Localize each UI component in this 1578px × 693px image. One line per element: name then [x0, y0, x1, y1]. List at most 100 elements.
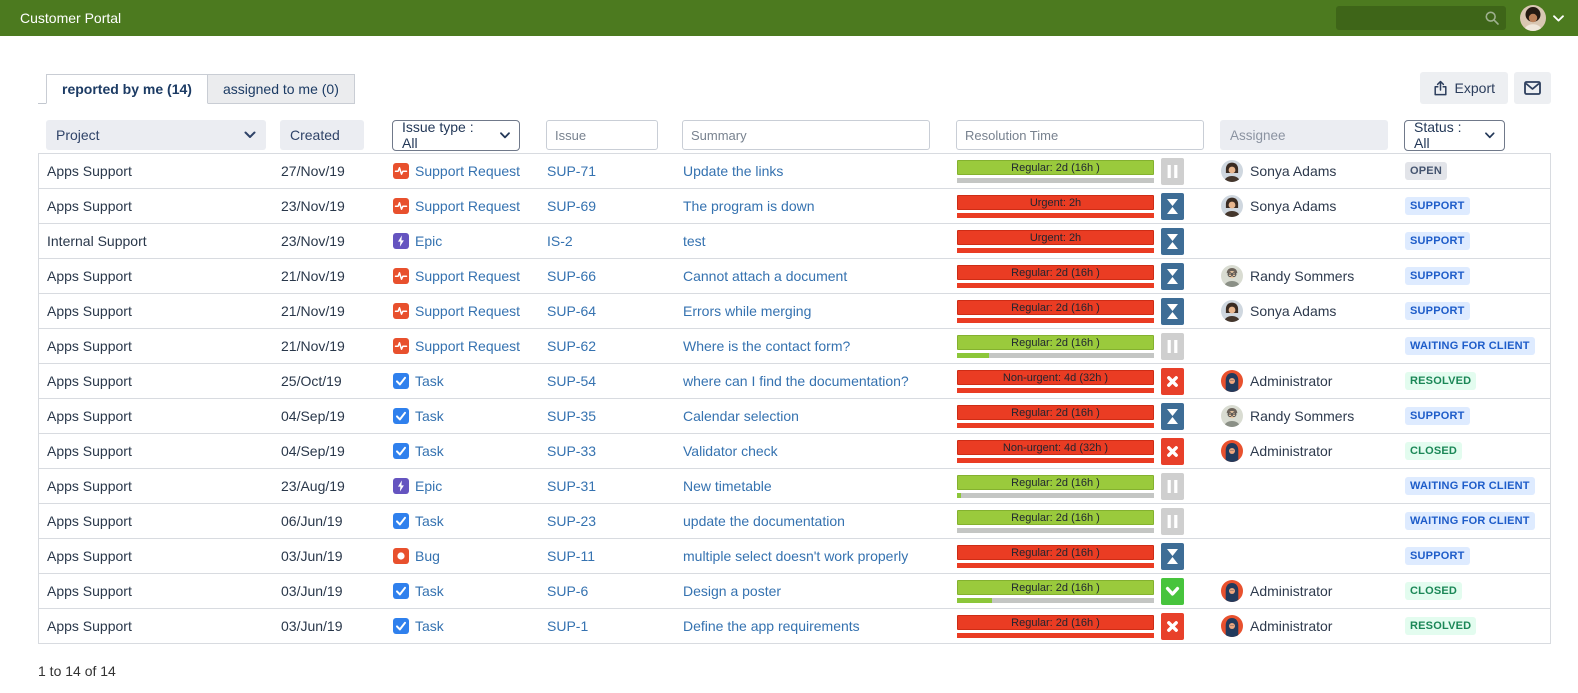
issue-type-link[interactable]: Support Request — [415, 163, 520, 179]
resolution-time-filter-input[interactable] — [956, 120, 1204, 150]
table-row: Apps Support 04/Sep/19 Task SUP-33 Valid… — [39, 434, 1550, 469]
assignee-cell: Sonya Adams — [1213, 300, 1397, 322]
issue-type-filter-select[interactable]: Issue type : All — [392, 120, 520, 151]
summary-link[interactable]: update the documentation — [683, 513, 845, 529]
issue-key-link[interactable]: SUP-11 — [547, 548, 595, 564]
app-title: Customer Portal — [20, 10, 121, 26]
assignee-name: Administrator — [1250, 373, 1332, 389]
issue-key-link[interactable]: SUP-23 — [547, 513, 596, 529]
resolution-time-cell: Regular: 2d (16h ) — [949, 578, 1213, 605]
issue-type-link[interactable]: Task — [415, 373, 444, 389]
status-cell: RESOLVED — [1397, 617, 1476, 635]
sla-progress — [957, 388, 1154, 393]
issue-type-link[interactable]: Epic — [415, 478, 442, 494]
search-input[interactable] — [1344, 11, 1484, 26]
summary-cell: test — [675, 233, 949, 249]
resolution-time-cell: Regular: 2d (16h ) — [949, 298, 1213, 325]
issue-key-link[interactable]: SUP-62 — [547, 338, 596, 354]
summary-link[interactable]: Errors while merging — [683, 303, 811, 319]
sla-progress-track — [957, 633, 1154, 638]
sla-progress — [957, 458, 1154, 463]
issue-key-link[interactable]: SUP-64 — [547, 303, 596, 319]
issue-key-link[interactable]: SUP-54 — [547, 373, 596, 389]
assignee-filter-input[interactable] — [1220, 120, 1388, 150]
project-cell: Apps Support — [39, 163, 273, 179]
summary-link[interactable]: Where is the contact form? — [683, 338, 850, 354]
assignee-cell: Administrator — [1213, 370, 1397, 392]
issue-type-link[interactable]: Epic — [415, 233, 442, 249]
sla-bar: Urgent: 2h — [957, 230, 1154, 253]
issue-type-link[interactable]: Task — [415, 583, 444, 599]
assignee-cell: Randy Sommers — [1213, 265, 1397, 287]
epic-icon — [393, 233, 409, 249]
issue-type-cell: Support Request — [385, 163, 539, 179]
tab-assigned-to-me[interactable]: assigned to me (0) — [208, 74, 355, 104]
issue-type-link[interactable]: Task — [415, 443, 444, 459]
issue-type-link[interactable]: Support Request — [415, 198, 520, 214]
summary-link[interactable]: New timetable — [683, 478, 772, 494]
status-filter-select[interactable]: Status : All — [1404, 120, 1505, 151]
created-cell: 04/Sep/19 — [273, 443, 385, 459]
assignee-name: Administrator — [1250, 443, 1332, 459]
issue-key-link[interactable]: SUP-31 — [547, 478, 596, 494]
summary-link[interactable]: where can I find the documentation? — [683, 373, 909, 389]
resolution-time-cell: Regular: 2d (16h ) — [949, 613, 1213, 640]
sla-bar: Regular: 2d (16h ) — [957, 580, 1154, 603]
project-filter-dropdown[interactable]: Project — [46, 120, 266, 150]
issue-key-cell: IS-2 — [539, 233, 675, 249]
issue-key-cell: SUP-31 — [539, 478, 675, 494]
search-box[interactable] — [1336, 6, 1506, 30]
issue-key-link[interactable]: SUP-1 — [547, 618, 588, 634]
issue-type-link[interactable]: Bug — [415, 548, 440, 564]
resolution-time-cell: Regular: 2d (16h ) — [949, 403, 1213, 430]
issue-key-link[interactable]: SUP-66 — [547, 268, 596, 284]
assignee-name: Sonya Adams — [1250, 303, 1336, 319]
mail-icon — [1524, 81, 1541, 95]
issue-key-link[interactable]: SUP-69 — [547, 198, 596, 214]
summary-cell: New timetable — [675, 478, 949, 494]
created-cell: 03/Jun/19 — [273, 618, 385, 634]
pause-icon — [1161, 333, 1184, 360]
created-column-header[interactable]: Created — [280, 120, 364, 150]
status-badge: RESOLVED — [1405, 372, 1476, 390]
summary-link[interactable]: Calendar selection — [683, 408, 799, 424]
status-cell: SUPPORT — [1397, 232, 1470, 250]
summary-link[interactable]: Cannot attach a document — [683, 268, 847, 284]
summary-filter-input[interactable] — [682, 120, 930, 150]
issue-filter-input[interactable] — [546, 120, 658, 150]
issue-type-cell: Support Request — [385, 198, 539, 214]
issue-key-link[interactable]: SUP-33 — [547, 443, 596, 459]
summary-link[interactable]: multiple select doesn't work properly — [683, 548, 908, 564]
export-button[interactable]: Export — [1420, 72, 1508, 104]
issue-type-link[interactable]: Support Request — [415, 303, 520, 319]
summary-link[interactable]: Update the links — [683, 163, 783, 179]
issue-type-link[interactable]: Support Request — [415, 268, 520, 284]
project-cell: Apps Support — [39, 618, 273, 634]
mail-button[interactable] — [1514, 72, 1551, 104]
issue-type-link[interactable]: Task — [415, 408, 444, 424]
summary-link[interactable]: Validator check — [683, 443, 778, 459]
summary-link[interactable]: Design a poster — [683, 583, 781, 599]
table-row: Internal Support 23/Nov/19 Epic IS-2 tes… — [39, 224, 1550, 259]
issue-type-link[interactable]: Task — [415, 618, 444, 634]
tab-reported-by-me[interactable]: reported by me (14) — [46, 74, 208, 104]
sla-progress-track — [957, 563, 1154, 568]
resolution-time-cell: Regular: 2d (16h ) — [949, 543, 1213, 570]
avatar — [1221, 265, 1243, 287]
issue-key-link[interactable]: SUP-71 — [547, 163, 596, 179]
sla-progress-track — [957, 248, 1154, 253]
project-filter-label: Project — [56, 127, 100, 143]
summary-link[interactable]: test — [683, 233, 706, 249]
assignee-name: Sonya Adams — [1250, 163, 1336, 179]
issue-type-link[interactable]: Task — [415, 513, 444, 529]
issue-key-link[interactable]: SUP-6 — [547, 583, 588, 599]
avatar — [1221, 615, 1243, 637]
summary-link[interactable]: Define the app requirements — [683, 618, 860, 634]
issue-key-cell: SUP-71 — [539, 163, 675, 179]
issue-key-link[interactable]: SUP-35 — [547, 408, 596, 424]
summary-link[interactable]: The program is down — [683, 198, 815, 214]
issue-key-link[interactable]: IS-2 — [547, 233, 573, 249]
user-menu[interactable] — [1520, 5, 1564, 31]
issue-type-link[interactable]: Support Request — [415, 338, 520, 354]
created-label: Created — [290, 127, 340, 143]
